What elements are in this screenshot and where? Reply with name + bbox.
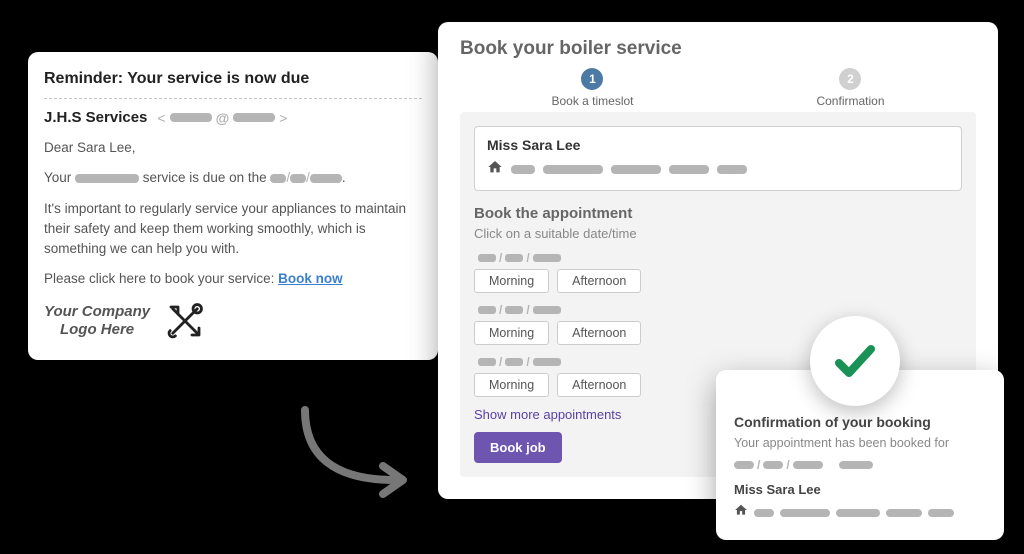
slot-morning-button[interactable]: Morning bbox=[474, 321, 549, 345]
slot-date: // bbox=[474, 303, 962, 317]
email-from: J.H.S Services < @ > bbox=[44, 109, 422, 126]
confirmation-date: // bbox=[734, 458, 986, 472]
email-due-line: Your service is due on the //. bbox=[44, 168, 422, 188]
confirmation-sub: Your appointment has been booked for bbox=[734, 436, 986, 450]
confirmation-title: Confirmation of your booking bbox=[734, 414, 986, 430]
slot-morning-button[interactable]: Morning bbox=[474, 269, 549, 293]
book-appointment-sub: Click on a suitable date/time bbox=[474, 226, 962, 241]
slot-afternoon-button[interactable]: Afternoon bbox=[557, 321, 641, 345]
customer-name: Miss Sara Lee bbox=[487, 137, 949, 153]
booking-title: Book your boiler service bbox=[460, 38, 976, 60]
customer-address bbox=[487, 159, 949, 180]
book-appointment-title: Book the appointment bbox=[474, 205, 962, 222]
email-card: Reminder: Your service is now due J.H.S … bbox=[28, 52, 438, 360]
tools-icon bbox=[164, 300, 206, 342]
slot-afternoon-button[interactable]: Afternoon bbox=[557, 373, 641, 397]
from-name: J.H.S Services bbox=[44, 109, 147, 126]
email-cta: Please click here to book your service: … bbox=[44, 269, 422, 289]
step-2: 2 Confirmation bbox=[816, 68, 884, 108]
book-job-button[interactable]: Book job bbox=[474, 432, 562, 463]
home-icon bbox=[734, 503, 748, 522]
home-icon bbox=[487, 159, 503, 180]
flow-arrow-icon bbox=[285, 400, 425, 505]
confirmation-name: Miss Sara Lee bbox=[734, 482, 986, 497]
slot-morning-button[interactable]: Morning bbox=[474, 373, 549, 397]
slot-afternoon-button[interactable]: Afternoon bbox=[557, 269, 641, 293]
step-1: 1 Book a timeslot bbox=[551, 68, 633, 108]
step-2-circle: 2 bbox=[839, 68, 861, 90]
step-1-circle: 1 bbox=[581, 68, 603, 90]
slot-date: // bbox=[474, 251, 962, 265]
company-logo-placeholder: Your Company Logo Here bbox=[44, 300, 422, 342]
confirmation-address bbox=[734, 503, 986, 522]
slot-group: // Morning Afternoon bbox=[474, 251, 962, 293]
divider bbox=[44, 98, 422, 99]
success-check-icon bbox=[810, 316, 900, 406]
stepper: 1 Book a timeslot 2 Confirmation bbox=[460, 68, 976, 108]
email-greeting: Dear Sara Lee, bbox=[44, 138, 422, 158]
email-subject: Reminder: Your service is now due bbox=[44, 70, 422, 88]
email-detail: It's important to regularly service your… bbox=[44, 199, 422, 260]
from-address: < @ > bbox=[157, 110, 287, 126]
email-body: Dear Sara Lee, Your service is due on th… bbox=[44, 138, 422, 290]
customer-card: Miss Sara Lee bbox=[474, 126, 962, 191]
book-now-link[interactable]: Book now bbox=[278, 271, 343, 286]
